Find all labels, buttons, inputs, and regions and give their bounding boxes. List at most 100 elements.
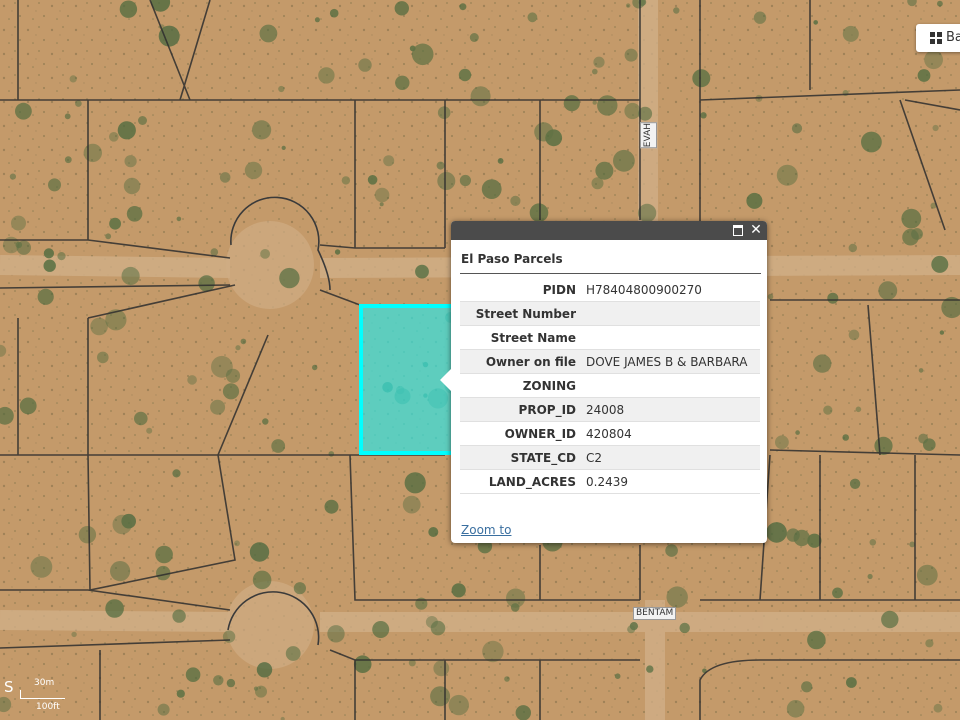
shrub xyxy=(767,293,774,300)
shrub xyxy=(279,267,300,289)
shrub xyxy=(281,145,286,150)
shrub xyxy=(240,338,247,345)
shrub xyxy=(252,120,272,140)
shrub xyxy=(109,217,121,230)
shrub xyxy=(329,8,339,18)
shrub xyxy=(848,329,860,341)
shrub xyxy=(379,202,384,207)
shrub xyxy=(527,12,538,23)
shrub xyxy=(383,155,395,167)
shrub xyxy=(138,116,147,125)
shrub xyxy=(97,351,109,364)
shrub xyxy=(791,123,803,134)
shrub xyxy=(43,248,55,259)
shrub xyxy=(278,85,285,93)
shrub xyxy=(700,112,707,119)
shrub xyxy=(515,705,531,720)
shrub xyxy=(312,364,318,371)
shrub xyxy=(430,686,451,707)
attr-value xyxy=(582,373,760,398)
shrub xyxy=(341,176,351,185)
shrub xyxy=(776,164,798,186)
shrub xyxy=(318,67,335,84)
shrub xyxy=(255,685,267,698)
shrub xyxy=(923,438,936,452)
shrub xyxy=(176,216,182,222)
shrub xyxy=(367,175,378,185)
shrub xyxy=(293,582,306,595)
shrub xyxy=(436,161,445,170)
close-icon[interactable]: ✕ xyxy=(749,223,763,237)
maximize-icon[interactable] xyxy=(731,223,745,237)
shrub xyxy=(881,610,899,629)
shrub xyxy=(172,609,186,623)
shrub xyxy=(937,0,943,7)
shrub xyxy=(848,243,857,253)
shrub xyxy=(271,439,286,453)
shrub xyxy=(64,156,72,164)
shrub xyxy=(211,355,233,378)
shrub xyxy=(665,544,678,557)
shrub xyxy=(119,0,138,18)
attr-key: Street Name xyxy=(460,325,582,350)
shrub xyxy=(746,192,763,209)
shrub xyxy=(285,646,301,661)
attr-key: LAND_ACRES xyxy=(460,469,582,494)
attr-key: PIDN xyxy=(460,278,582,302)
shrub xyxy=(37,288,54,305)
shrub xyxy=(504,676,510,682)
shrub xyxy=(497,158,504,164)
attr-value: C2 xyxy=(582,445,760,470)
scale-top-label: 30m xyxy=(34,678,55,688)
shrub xyxy=(459,3,467,11)
shrub xyxy=(510,603,520,612)
shrub xyxy=(459,174,471,187)
shrub xyxy=(878,281,898,300)
shrub xyxy=(48,178,61,192)
basemap-gallery-button[interactable]: Ba xyxy=(916,24,960,52)
road-label-evah: EVAH xyxy=(640,122,657,149)
shrub xyxy=(437,172,456,190)
shrub xyxy=(846,677,857,688)
shrub xyxy=(394,1,409,16)
shrub xyxy=(595,161,614,180)
shrub xyxy=(827,292,839,304)
shrub xyxy=(775,435,789,450)
shrub xyxy=(69,75,77,83)
shrub xyxy=(260,249,270,259)
shrub xyxy=(933,703,943,713)
shrub xyxy=(327,625,345,643)
shrub xyxy=(918,368,924,373)
shrub xyxy=(155,545,173,564)
shrub xyxy=(90,317,108,336)
shrub xyxy=(458,68,472,82)
shrub xyxy=(256,662,273,678)
shrub xyxy=(123,177,141,195)
shrub xyxy=(249,542,270,562)
shrub xyxy=(614,673,621,679)
shrub xyxy=(469,33,479,42)
shrub xyxy=(801,681,813,693)
scale-bar: S 30m 100ft xyxy=(0,676,80,716)
road-label-bentam-text: BENTAM xyxy=(636,608,674,618)
shrub xyxy=(219,172,231,183)
shrub xyxy=(545,129,563,147)
shrub xyxy=(451,583,466,598)
shrub xyxy=(869,539,877,546)
shrub xyxy=(813,20,818,25)
shrub xyxy=(592,100,597,105)
shrub xyxy=(234,540,240,547)
shrub xyxy=(448,694,469,716)
attr-key: STATE_CD xyxy=(460,445,582,470)
shrub xyxy=(924,50,943,70)
attribute-table: PIDN H78404800900270 Street Number Street… xyxy=(460,278,760,494)
zoom-to-link[interactable]: Zoom to xyxy=(461,523,511,537)
shrub xyxy=(901,208,922,229)
table-row: OWNER_ID 420804 xyxy=(460,421,760,446)
shrub xyxy=(481,179,502,200)
shrub xyxy=(126,206,143,222)
shrub xyxy=(766,522,787,543)
popup-title: El Paso Parcels xyxy=(460,240,761,274)
attr-value: 0.2439 xyxy=(582,469,760,494)
shrub xyxy=(849,478,861,489)
